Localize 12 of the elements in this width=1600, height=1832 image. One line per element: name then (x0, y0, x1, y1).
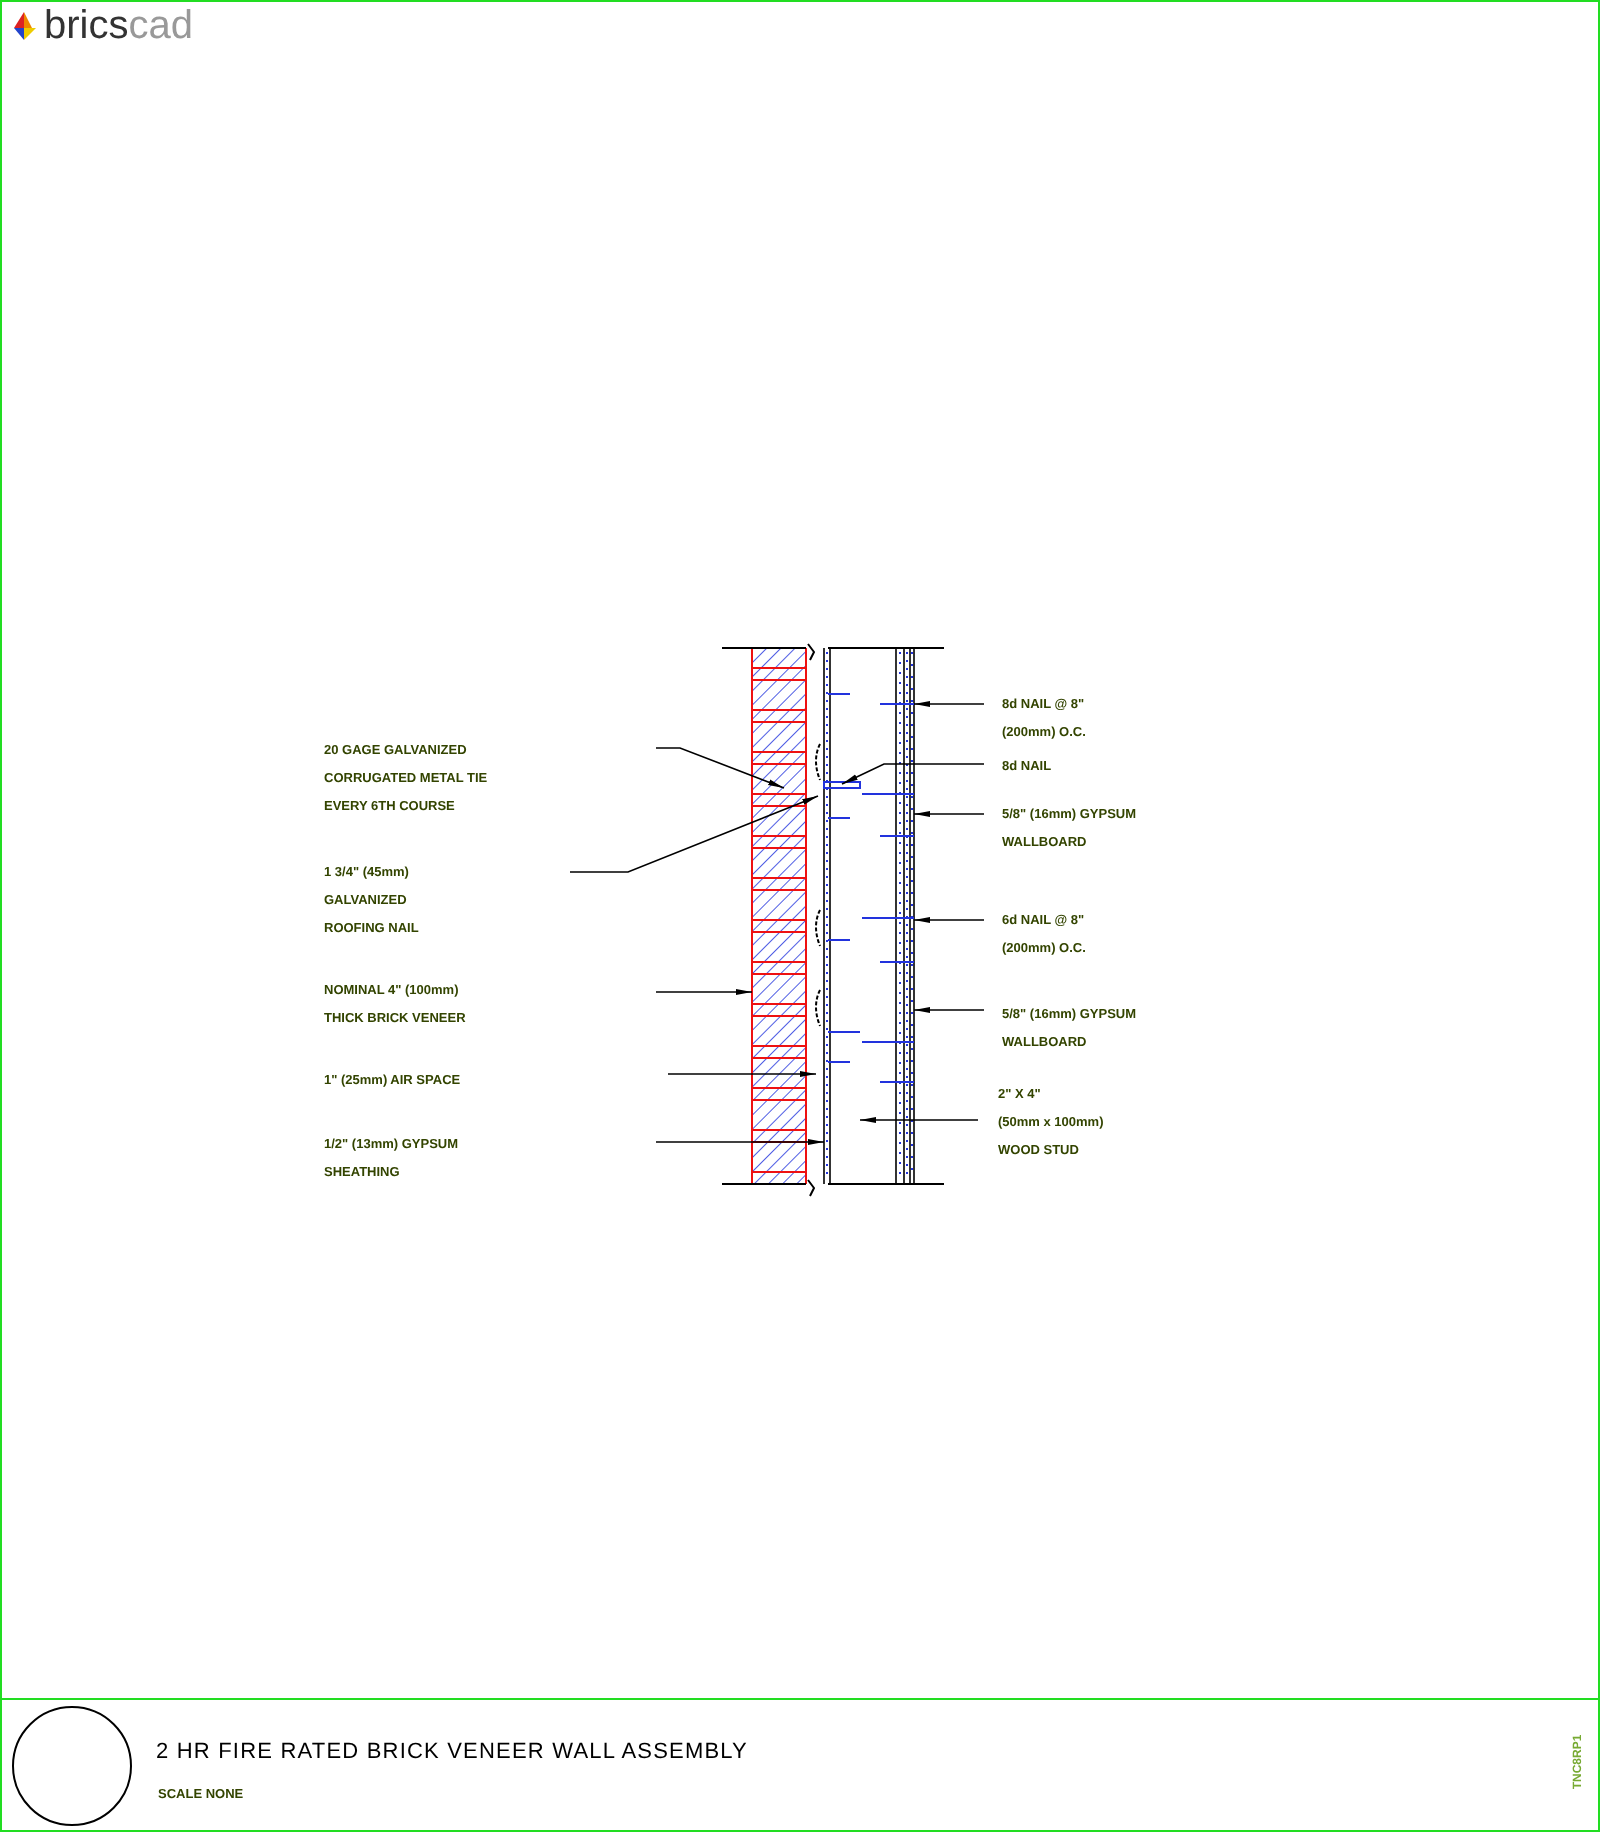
leader-line (913, 811, 985, 817)
leader-line (655, 989, 753, 995)
leader-line (913, 917, 985, 923)
leader-line (859, 1117, 979, 1123)
leader-line (841, 763, 985, 785)
logo-icon (10, 10, 38, 42)
leader-line (655, 747, 785, 789)
leader-line (913, 701, 985, 707)
drawing-title: 2 HR FIRE RATED BRICK VENEER WALL ASSEMBLY (156, 1740, 748, 1764)
leader-line (913, 1007, 985, 1013)
brand-logo: bricscad (44, 4, 193, 48)
detail-circle (12, 1705, 132, 1825)
